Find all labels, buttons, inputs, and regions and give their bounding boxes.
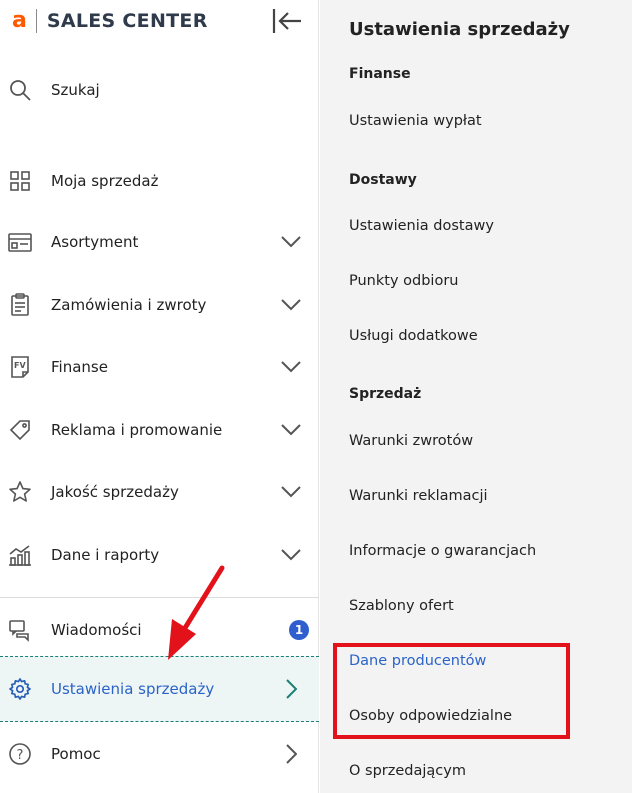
sidebar: a SALES CENTER Szukaj Moja sprzedaż Asor… xyxy=(0,0,319,793)
chevron-down-icon[interactable] xyxy=(280,544,302,566)
section-heading-finance: Finanse xyxy=(349,66,411,82)
chevron-right-icon[interactable] xyxy=(280,678,302,700)
sidebar-item-label: Finanse xyxy=(51,358,108,376)
link-warranty-info[interactable]: Informacje o gwarancjach xyxy=(349,543,536,559)
sidebar-item-help[interactable]: ? Pomoc xyxy=(0,731,319,777)
submenu-title: Ustawienia sprzedaży xyxy=(349,19,570,40)
chevron-right-icon[interactable] xyxy=(280,743,302,765)
grid-icon xyxy=(8,169,32,193)
chevron-down-icon[interactable] xyxy=(280,481,302,503)
section-heading-delivery: Dostawy xyxy=(349,172,417,188)
clipboard-icon xyxy=(8,293,32,317)
collapse-arrow-icon xyxy=(272,9,301,33)
allegro-logo: a xyxy=(12,8,27,33)
sidebar-item-sales-quality[interactable]: Jakość sprzedaży xyxy=(0,469,319,515)
search-icon xyxy=(8,78,32,102)
sidebar-item-label: Pomoc xyxy=(51,745,101,763)
svg-text:FV: FV xyxy=(14,361,26,370)
unread-count-badge: 1 xyxy=(289,620,309,640)
invoice-icon: FV xyxy=(8,355,32,379)
brand[interactable]: a SALES CENTER xyxy=(12,6,208,36)
link-additional-services[interactable]: Usługi dodatkowe xyxy=(349,328,478,344)
sidebar-item-label: Reklama i promowanie xyxy=(51,421,223,439)
svg-text:?: ? xyxy=(17,748,24,763)
link-about-seller[interactable]: O sprzedającym xyxy=(349,763,466,779)
brand-separator xyxy=(35,9,37,33)
sidebar-item-label: Szukaj xyxy=(51,81,100,99)
link-payout-settings[interactable]: Ustawienia wypłat xyxy=(349,113,482,129)
sidebar-item-assortment[interactable]: Asortyment xyxy=(0,219,319,265)
sidebar-item-data-reports[interactable]: Dane i raporty xyxy=(0,532,319,578)
sidebar-item-label: Ustawienia sprzedaży xyxy=(51,680,215,698)
sidebar-item-label: Wiadomości xyxy=(51,621,142,639)
link-pickup-points[interactable]: Punkty odbioru xyxy=(349,273,458,289)
sidebar-item-label: Asortyment xyxy=(51,233,139,251)
star-icon xyxy=(8,480,32,504)
sidebar-item-advertising[interactable]: Reklama i promowanie xyxy=(0,407,319,453)
chevron-down-icon[interactable] xyxy=(280,356,302,378)
chart-icon xyxy=(8,543,32,567)
gear-icon xyxy=(8,677,32,701)
chevron-down-icon[interactable] xyxy=(280,294,302,316)
link-return-terms[interactable]: Warunki zwrotów xyxy=(349,433,473,449)
sidebar-item-label: Moja sprzedaż xyxy=(51,172,159,190)
sidebar-item-label: Jakość sprzedaży xyxy=(51,483,179,501)
sidebar-divider xyxy=(0,597,319,598)
link-complaint-terms[interactable]: Warunki reklamacji xyxy=(349,488,488,504)
chat-icon xyxy=(8,618,32,642)
brand-name: SALES CENTER xyxy=(46,10,208,32)
collapse-sidebar-button[interactable] xyxy=(270,5,304,37)
highlight-box-annotation xyxy=(333,643,570,739)
sidebar-item-my-sales[interactable]: Moja sprzedaż xyxy=(0,158,319,204)
chevron-down-icon[interactable] xyxy=(280,419,302,441)
sidebar-item-label: Zamówienia i zwroty xyxy=(51,296,207,314)
sidebar-item-search[interactable]: Szukaj xyxy=(0,67,319,113)
chevron-down-icon[interactable] xyxy=(280,231,302,253)
sidebar-item-messages[interactable]: Wiadomości 1 xyxy=(0,607,319,653)
store-icon xyxy=(8,230,32,254)
sidebar-item-orders-returns[interactable]: Zamówienia i zwroty xyxy=(0,282,319,328)
sidebar-item-finance[interactable]: FV Finanse xyxy=(0,344,319,390)
link-delivery-settings[interactable]: Ustawienia dostawy xyxy=(349,218,494,234)
link-offer-templates[interactable]: Szablony ofert xyxy=(349,598,454,614)
help-icon: ? xyxy=(8,742,32,766)
tag-icon xyxy=(8,418,32,442)
sidebar-item-sales-settings[interactable]: Ustawienia sprzedaży xyxy=(0,656,319,722)
section-heading-sales: Sprzedaż xyxy=(349,386,422,402)
sidebar-item-label: Dane i raporty xyxy=(51,546,160,564)
